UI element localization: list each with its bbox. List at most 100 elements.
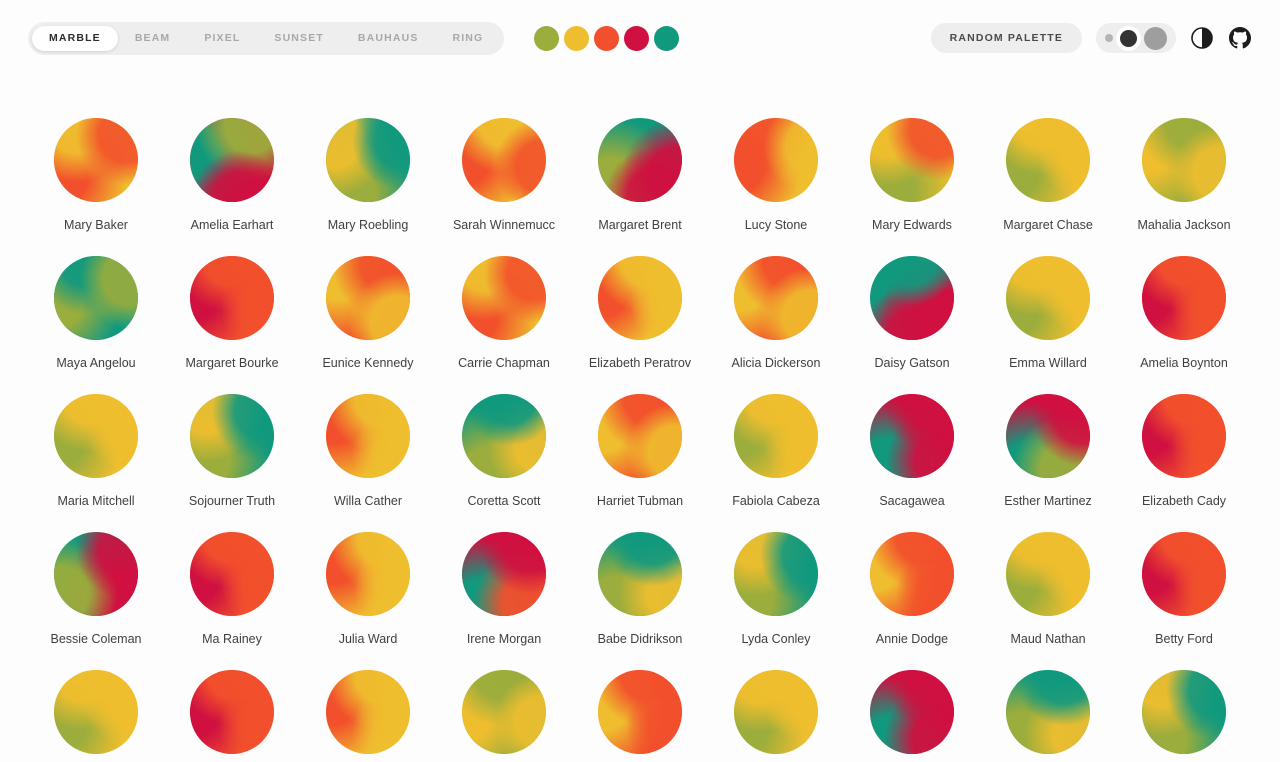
avatar-cell[interactable]: Sarah Winnemucc bbox=[436, 118, 572, 232]
avatar-cell[interactable]: Emma Willard bbox=[980, 256, 1116, 370]
marble-avatar[interactable] bbox=[54, 394, 138, 478]
avatar-cell[interactable]: Betty Ford bbox=[1116, 532, 1252, 646]
avatar-cell[interactable]: Sacagawea bbox=[844, 394, 980, 508]
marble-avatar[interactable] bbox=[598, 394, 682, 478]
avatar-cell[interactable]: Alicia Dickerson bbox=[708, 256, 844, 370]
marble-avatar[interactable] bbox=[598, 532, 682, 616]
random-palette-button[interactable]: RANDOM PALETTE bbox=[930, 23, 1082, 53]
marble-avatar[interactable] bbox=[598, 670, 682, 754]
contrast-icon[interactable] bbox=[1190, 26, 1214, 50]
avatar-cell[interactable] bbox=[164, 670, 300, 762]
marble-avatar[interactable] bbox=[734, 256, 818, 340]
marble-avatar[interactable] bbox=[190, 394, 274, 478]
tab-beam[interactable]: BEAM bbox=[118, 26, 188, 51]
avatar-cell[interactable]: Annie Dodge bbox=[844, 532, 980, 646]
avatar-cell[interactable]: Ma Rainey bbox=[164, 532, 300, 646]
marble-avatar[interactable] bbox=[326, 118, 410, 202]
avatar-cell[interactable]: Amelia Earhart bbox=[164, 118, 300, 232]
tab-sunset[interactable]: SUNSET bbox=[257, 26, 341, 51]
marble-avatar[interactable] bbox=[734, 394, 818, 478]
palette-swatch-5[interactable] bbox=[654, 25, 680, 51]
marble-avatar[interactable] bbox=[1006, 670, 1090, 754]
avatar-cell[interactable]: Mary Roebling bbox=[300, 118, 436, 232]
variant-tab-group[interactable]: MARBLE BEAM PIXEL SUNSET BAUHAUS RING bbox=[28, 21, 505, 55]
marble-avatar[interactable] bbox=[462, 256, 546, 340]
tab-bauhaus[interactable]: BAUHAUS bbox=[341, 26, 436, 51]
avatar-cell[interactable]: Maya Angelou bbox=[28, 256, 164, 370]
marble-avatar[interactable] bbox=[54, 118, 138, 202]
avatar-cell[interactable] bbox=[1116, 670, 1252, 762]
avatar-cell[interactable]: Maria Mitchell bbox=[28, 394, 164, 508]
marble-avatar[interactable] bbox=[326, 394, 410, 478]
size-option-medium[interactable] bbox=[1120, 29, 1137, 47]
marble-avatar[interactable] bbox=[1142, 670, 1226, 754]
marble-avatar[interactable] bbox=[190, 118, 274, 202]
avatar-cell[interactable]: Babe Didrikson bbox=[572, 532, 708, 646]
marble-avatar[interactable] bbox=[462, 394, 546, 478]
size-selector[interactable] bbox=[1096, 23, 1176, 53]
tab-marble[interactable]: MARBLE bbox=[32, 25, 118, 51]
avatar-cell[interactable]: Elizabeth Cady bbox=[1116, 394, 1252, 508]
marble-avatar[interactable] bbox=[1142, 256, 1226, 340]
avatar-cell[interactable]: Lucy Stone bbox=[708, 118, 844, 232]
avatar-cell[interactable]: Mary Baker bbox=[28, 118, 164, 232]
avatar-cell[interactable]: Mary Edwards bbox=[844, 118, 980, 232]
marble-avatar[interactable] bbox=[326, 532, 410, 616]
avatar-cell[interactable]: Daisy Gatson bbox=[844, 256, 980, 370]
marble-avatar[interactable] bbox=[462, 118, 546, 202]
marble-avatar[interactable] bbox=[870, 670, 954, 754]
avatar-cell[interactable]: Elizabeth Peratrov bbox=[572, 256, 708, 370]
marble-avatar[interactable] bbox=[54, 670, 138, 754]
marble-avatar[interactable] bbox=[190, 670, 274, 754]
avatar-cell[interactable]: Amelia Boynton bbox=[1116, 256, 1252, 370]
palette-swatch-3[interactable] bbox=[594, 25, 620, 51]
marble-avatar[interactable] bbox=[1006, 118, 1090, 202]
avatar-cell[interactable] bbox=[708, 670, 844, 762]
github-icon[interactable] bbox=[1228, 26, 1252, 50]
palette-swatch-4[interactable] bbox=[624, 25, 650, 51]
tab-ring[interactable]: RING bbox=[435, 26, 500, 51]
avatar-cell[interactable]: Margaret Bourke bbox=[164, 256, 300, 370]
avatar-cell[interactable]: Fabiola Cabeza bbox=[708, 394, 844, 508]
palette-swatch-2[interactable] bbox=[564, 25, 590, 51]
avatar-cell[interactable] bbox=[436, 670, 572, 762]
avatar-cell[interactable]: Harriet Tubman bbox=[572, 394, 708, 508]
avatar-cell[interactable] bbox=[300, 670, 436, 762]
avatar-cell[interactable]: Carrie Chapman bbox=[436, 256, 572, 370]
tab-pixel[interactable]: PIXEL bbox=[187, 26, 257, 51]
marble-avatar[interactable] bbox=[1142, 118, 1226, 202]
marble-avatar[interactable] bbox=[1142, 532, 1226, 616]
palette-swatches[interactable] bbox=[534, 25, 680, 51]
marble-avatar[interactable] bbox=[1006, 394, 1090, 478]
marble-avatar[interactable] bbox=[54, 256, 138, 340]
palette-swatch-1[interactable] bbox=[534, 25, 560, 51]
marble-avatar[interactable] bbox=[598, 118, 682, 202]
marble-avatar[interactable] bbox=[734, 532, 818, 616]
avatar-cell[interactable] bbox=[28, 670, 164, 762]
avatar-cell[interactable]: Coretta Scott bbox=[436, 394, 572, 508]
marble-avatar[interactable] bbox=[462, 670, 546, 754]
avatar-cell[interactable]: Willa Cather bbox=[300, 394, 436, 508]
avatar-cell[interactable]: Eunice Kennedy bbox=[300, 256, 436, 370]
avatar-cell[interactable]: Margaret Chase bbox=[980, 118, 1116, 232]
marble-avatar[interactable] bbox=[734, 670, 818, 754]
avatar-cell[interactable]: Irene Morgan bbox=[436, 532, 572, 646]
marble-avatar[interactable] bbox=[54, 532, 138, 616]
size-option-large[interactable] bbox=[1144, 26, 1167, 50]
avatar-cell[interactable]: Bessie Coleman bbox=[28, 532, 164, 646]
marble-avatar[interactable] bbox=[870, 118, 954, 202]
marble-avatar[interactable] bbox=[1006, 532, 1090, 616]
marble-avatar[interactable] bbox=[326, 256, 410, 340]
avatar-cell[interactable]: Mahalia Jackson bbox=[1116, 118, 1252, 232]
marble-avatar[interactable] bbox=[734, 118, 818, 202]
marble-avatar[interactable] bbox=[870, 394, 954, 478]
avatar-cell[interactable]: Maud Nathan bbox=[980, 532, 1116, 646]
marble-avatar[interactable] bbox=[190, 532, 274, 616]
marble-avatar[interactable] bbox=[1006, 256, 1090, 340]
avatar-cell[interactable]: Esther Martinez bbox=[980, 394, 1116, 508]
size-option-small[interactable] bbox=[1105, 34, 1113, 42]
marble-avatar[interactable] bbox=[1142, 394, 1226, 478]
marble-avatar[interactable] bbox=[190, 256, 274, 340]
marble-avatar[interactable] bbox=[870, 256, 954, 340]
avatar-cell[interactable]: Lyda Conley bbox=[708, 532, 844, 646]
